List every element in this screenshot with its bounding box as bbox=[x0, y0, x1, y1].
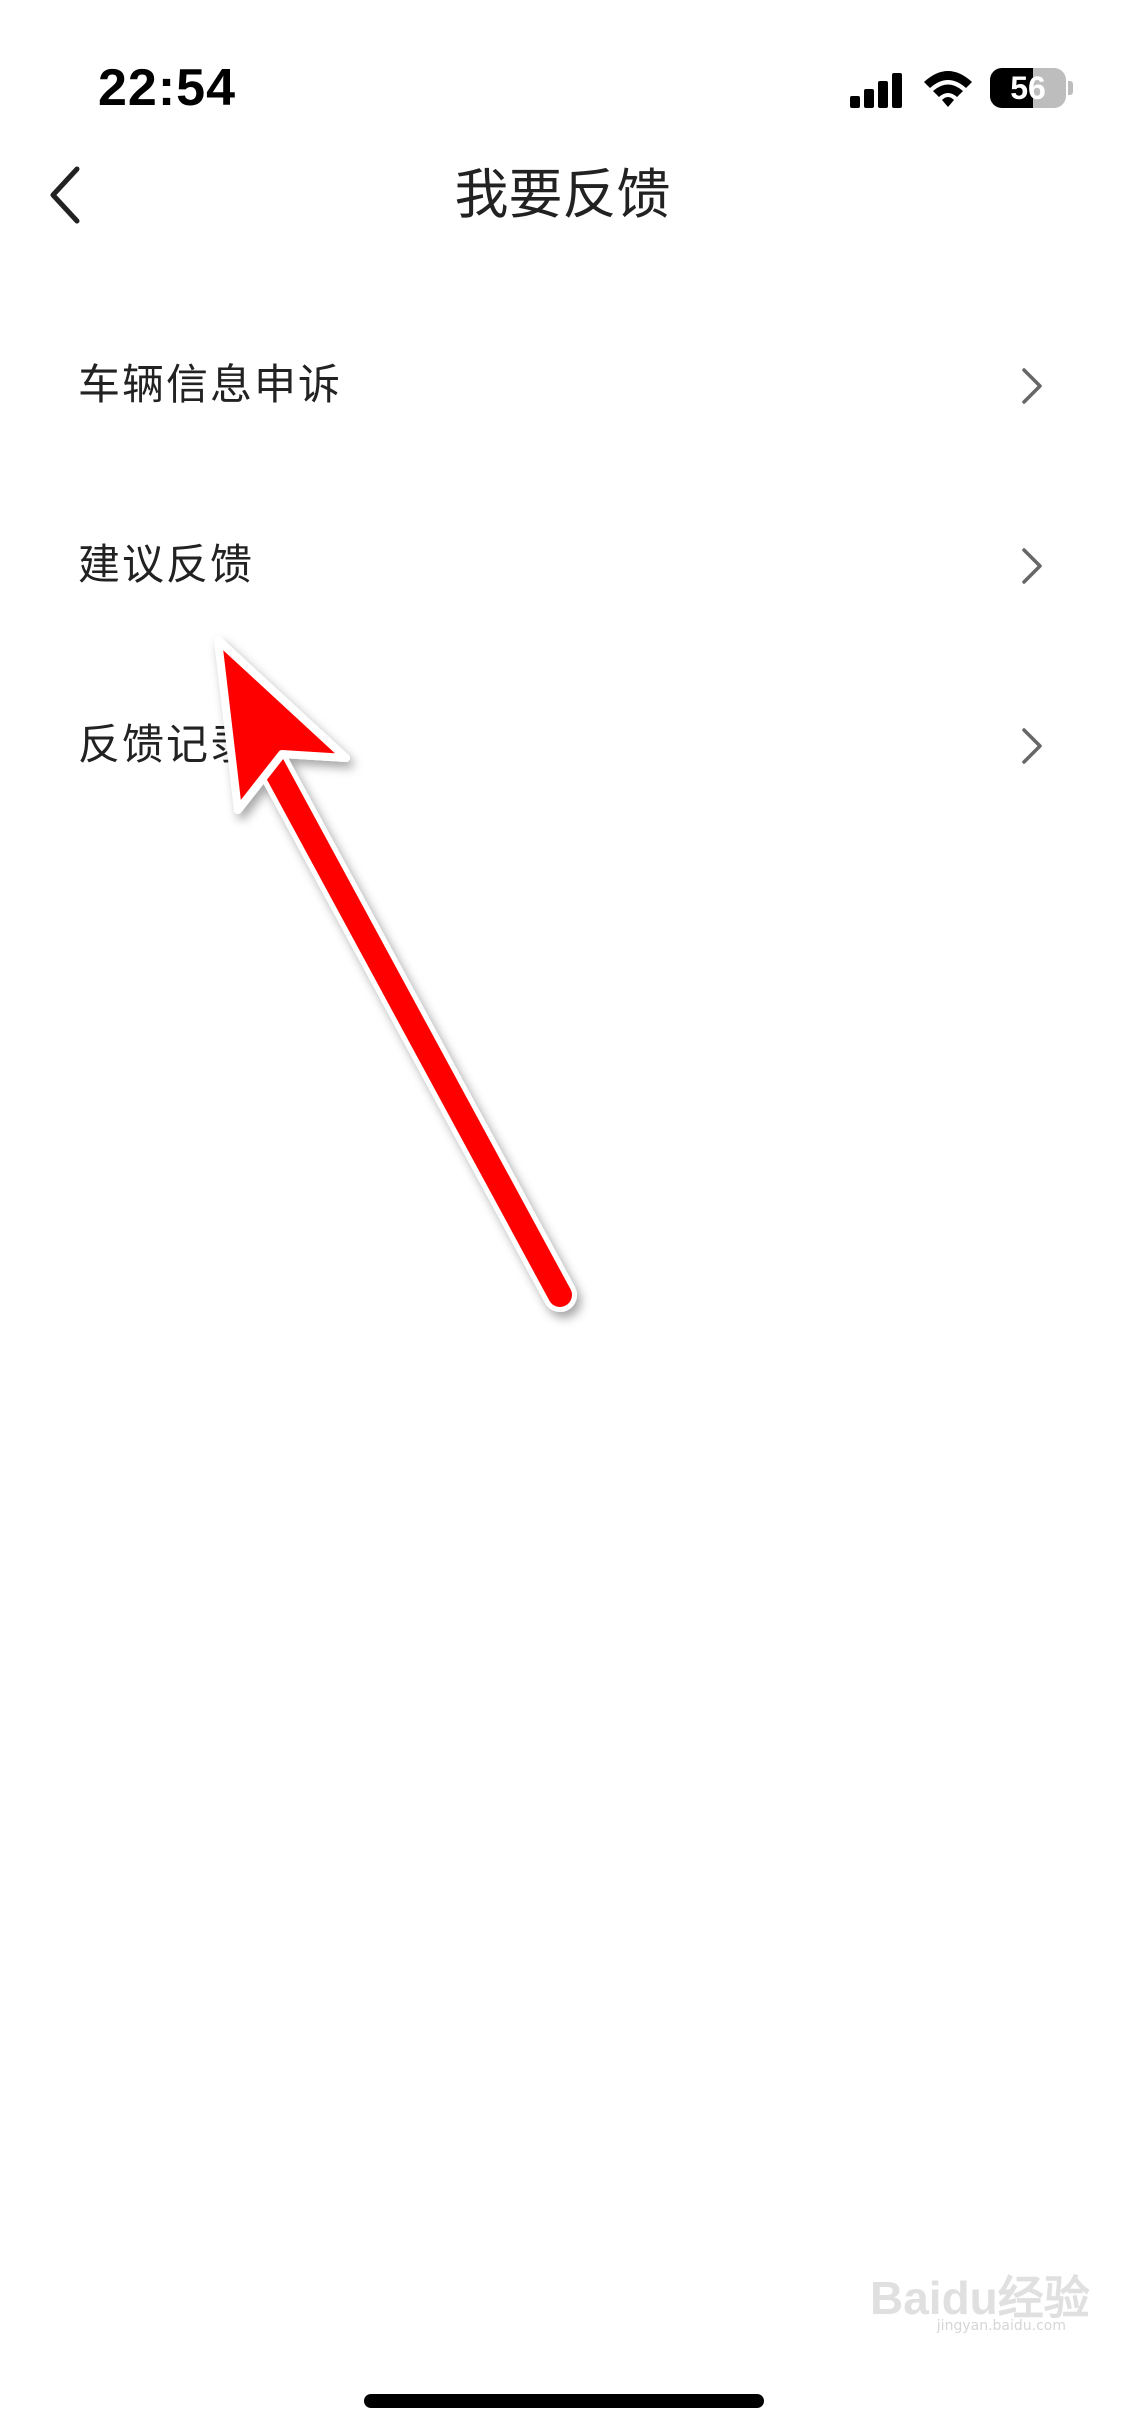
battery-cap bbox=[1068, 81, 1073, 95]
menu-item-suggestion-feedback[interactable]: 建议反馈 bbox=[0, 480, 1125, 660]
menu-item-feedback-records[interactable]: 反馈记录 bbox=[0, 660, 1125, 840]
battery-level: 56 bbox=[1010, 70, 1046, 106]
menu-item-label: 反馈记录 bbox=[78, 720, 255, 769]
menu-list: 车辆信息申诉 建议反馈 反馈记录 bbox=[0, 300, 1125, 840]
battery-body: 56 bbox=[990, 68, 1066, 108]
menu-item-label: 车辆信息申诉 bbox=[78, 360, 343, 409]
home-indicator[interactable] bbox=[364, 2394, 764, 2408]
watermark-url: jingyan.baidu.com bbox=[936, 2318, 1066, 2334]
status-time: 22:54 bbox=[98, 59, 236, 117]
wifi-icon bbox=[924, 71, 972, 107]
page-title: 我要反馈 bbox=[454, 163, 671, 226]
status-bar: 22:54 56 bbox=[0, 0, 1125, 140]
chevron-right-icon bbox=[1022, 368, 1042, 404]
nav-bar: 我要反馈 bbox=[0, 140, 1125, 250]
battery-indicator: 56 bbox=[990, 68, 1074, 108]
chevron-right-icon bbox=[1022, 728, 1042, 764]
menu-item-label: 建议反馈 bbox=[78, 540, 255, 589]
baidu-watermark: Baidu经验 jingyan.baidu.com bbox=[866, 2262, 1090, 2334]
screen: 22:54 56 我要反馈 车辆信息申诉 建议反馈 反馈记录 Baidu经验 j… bbox=[0, 0, 1125, 2436]
cellular-signal-icon bbox=[850, 73, 902, 108]
chevron-right-icon bbox=[1022, 548, 1042, 584]
menu-item-vehicle-info-appeal[interactable]: 车辆信息申诉 bbox=[0, 300, 1125, 480]
